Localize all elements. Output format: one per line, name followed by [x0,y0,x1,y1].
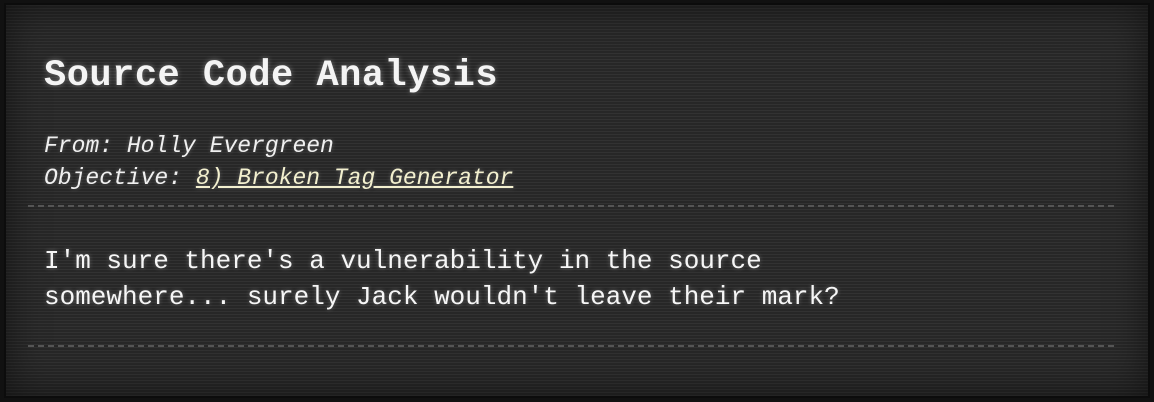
divider-top [28,205,1114,207]
hint-message: I'm sure there's a vulnerability in the … [44,243,840,315]
from-line: From: Holly Evergreen [44,130,513,162]
objective-label: Objective: [44,165,183,191]
hint-title: Source Code Analysis [44,55,499,97]
from-name: Holly Evergreen [126,133,334,159]
from-label: From: [44,133,114,159]
hint-panel: Source Code Analysis From: Holly Evergre… [4,3,1150,398]
objective-line: Objective: 8) Broken Tag Generator [44,162,513,194]
message-line: somewhere... surely Jack wouldn't leave … [44,282,840,312]
objective-link[interactable]: 8) Broken Tag Generator [196,165,513,191]
divider-bottom [28,345,1114,347]
hint-meta: From: Holly Evergreen Objective: 8) Brok… [44,130,513,194]
message-line: I'm sure there's a vulnerability in the … [44,246,762,276]
